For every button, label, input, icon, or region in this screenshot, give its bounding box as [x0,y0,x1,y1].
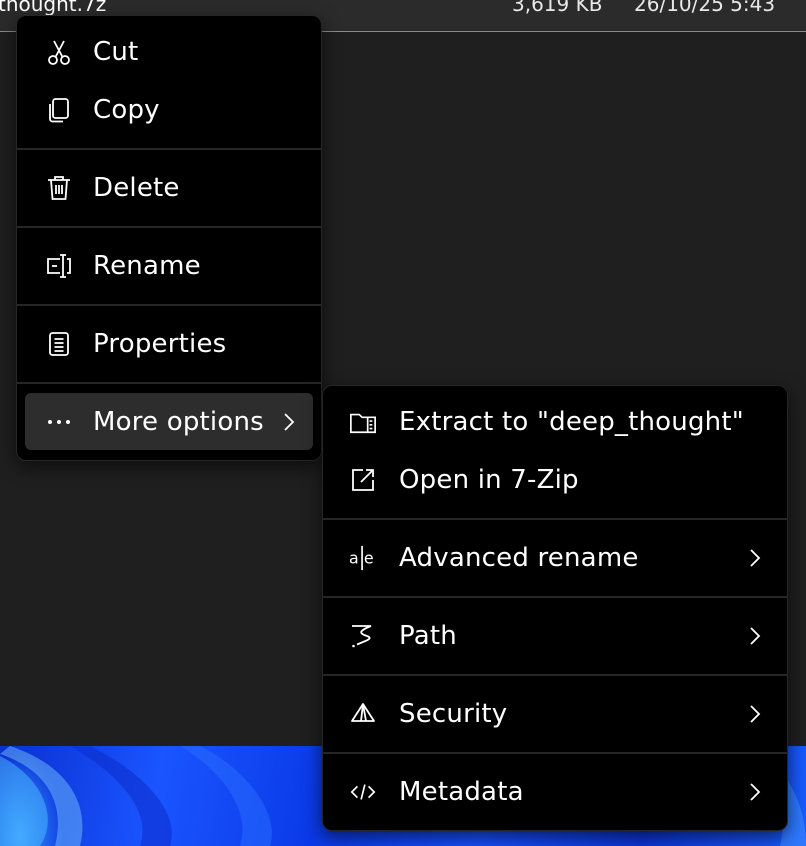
menu-separator [323,518,787,520]
chevron-right-icon [747,780,763,804]
security-icon [349,700,377,728]
menu-item-properties[interactable]: Properties [17,319,321,369]
menu-item-delete[interactable]: Delete [17,163,321,213]
code-icon [349,778,377,806]
file-name: thought.7z [0,0,107,16]
scissors-icon [45,38,73,66]
menu-separator [17,304,321,306]
menu-item-label: Copy [93,95,160,125]
menu-separator [17,382,321,384]
menu-separator [323,674,787,676]
menu-item-rename[interactable]: Rename [17,241,321,291]
chevron-right-icon [747,624,763,648]
submenu-item-label: Open in 7-Zip [399,465,579,495]
context-menu: Cut Copy Delete Rename Properties More o… [16,15,322,461]
svg-text:e: e [364,549,374,568]
chevron-right-icon [747,546,763,570]
file-date: 26/10/25 5:43 [634,0,776,16]
menu-separator [323,596,787,598]
submenu: Extract to "deep_thought" Open in 7-Zip … [322,385,788,831]
submenu-item-label: Metadata [399,777,524,807]
menu-item-label: Delete [93,173,180,203]
trash-icon [45,174,73,202]
submenu-item-security[interactable]: Security [323,689,787,739]
rename-icon [45,252,73,280]
submenu-item-label: Extract to "deep_thought" [399,407,744,437]
copy-icon [45,96,73,124]
extract-folder-icon [349,408,377,436]
submenu-item-advanced-rename[interactable]: a e Advanced rename [323,533,787,583]
submenu-item-open-7zip[interactable]: Open in 7-Zip [323,455,787,505]
svg-text:a: a [349,549,359,568]
chevron-right-icon [747,702,763,726]
menu-item-more-options[interactable]: More options [17,397,321,447]
menu-item-label: Properties [93,329,227,359]
menu-item-label: Rename [93,251,201,281]
chevron-right-icon [281,410,297,434]
submenu-item-metadata[interactable]: Metadata [323,767,787,817]
menu-item-label: More options [93,407,264,437]
submenu-item-label: Path [399,621,457,651]
submenu-item-path[interactable]: Path [323,611,787,661]
menu-separator [17,148,321,150]
menu-item-cut[interactable]: Cut [17,27,321,77]
path-icon [349,622,377,650]
properties-icon [45,330,73,358]
ellipsis-icon [45,408,73,436]
submenu-item-extract[interactable]: Extract to "deep_thought" [323,397,787,447]
submenu-item-label: Advanced rename [399,543,639,573]
menu-item-copy[interactable]: Copy [17,85,321,135]
submenu-item-label: Security [399,699,508,729]
advanced-rename-icon: a e [349,544,377,572]
file-size: 3,619 KB [512,0,603,16]
menu-item-label: Cut [93,37,139,67]
menu-separator [17,226,321,228]
menu-separator [323,752,787,754]
open-external-icon [349,466,377,494]
